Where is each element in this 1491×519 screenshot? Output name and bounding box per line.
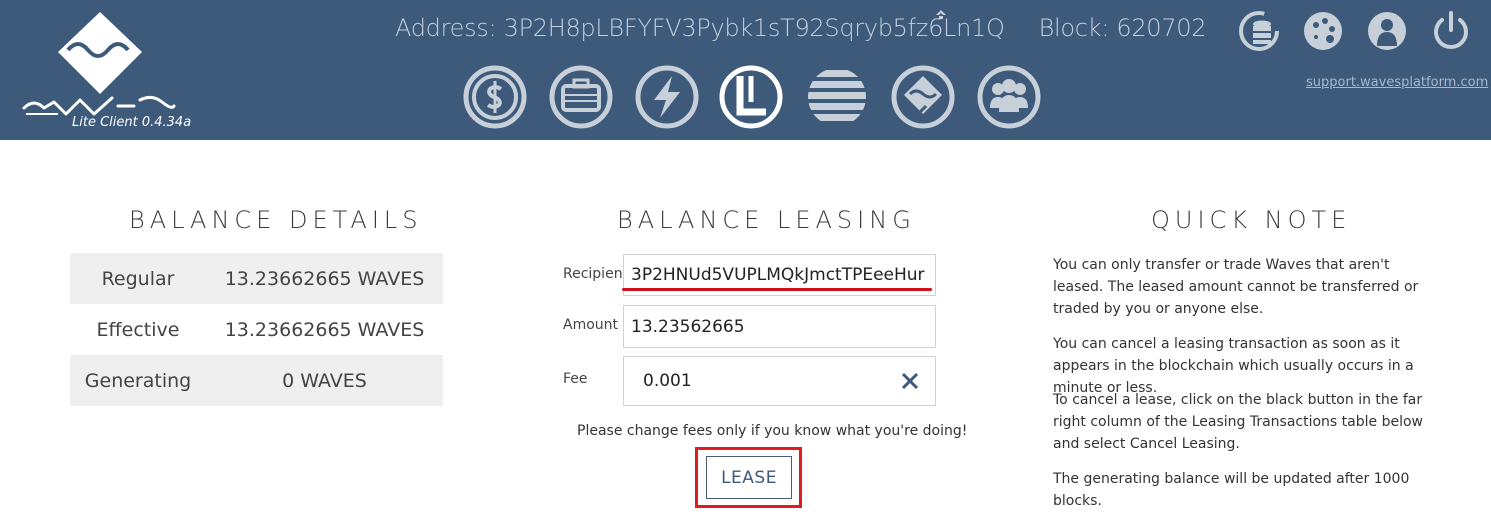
nav-leasing-icon[interactable] <box>718 64 784 130</box>
balance-label: Regular <box>101 267 175 290</box>
balance-value: 13.23662665 WAVES <box>224 267 425 290</box>
address-block-line: Address: 3P2H8pLBFYFV3Pybk1sT92Sqryb5fz6… <box>395 14 1206 42</box>
nav-dex-waves-icon[interactable] <box>890 64 956 130</box>
recipient-highlight-underline <box>622 288 932 291</box>
balance-leasing-title: BALANCE LEASING <box>617 206 916 234</box>
balance-row-regular: Regular 13.23662665 WAVES <box>70 253 443 304</box>
app-version-caption: Lite Client 0.4.34a <box>72 115 192 130</box>
balance-details-title: BALANCE DETAILS <box>129 206 423 234</box>
fee-label: Fee <box>563 371 588 387</box>
balance-details-table: Regular 13.23662665 WAVES Effective 13.2… <box>70 253 443 406</box>
balance-label: Effective <box>96 318 180 341</box>
lease-button[interactable]: LEASE <box>706 456 792 499</box>
nav-portfolio-briefcase-icon[interactable] <box>548 64 614 130</box>
amount-input[interactable]: 13.23562665 <box>623 305 936 348</box>
top-header: Lite Client 0.4.34a Address: 3P2H8pLBFYF… <box>0 0 1491 140</box>
nav-exchange-lightning-icon[interactable] <box>634 64 700 130</box>
waves-logo-icon[interactable] <box>22 10 182 132</box>
balance-value: 13.23662665 WAVES <box>224 318 425 341</box>
settings-palette-icon[interactable] <box>1302 10 1344 52</box>
nav-wallet-dollar-icon[interactable] <box>462 64 528 130</box>
quick-note-paragraph: The generating balance will be updated a… <box>1053 471 1410 509</box>
fee-warning-note: Please change fees only if you know what… <box>577 423 968 439</box>
nav-history-lines-icon[interactable] <box>804 64 870 130</box>
copy-address-icon[interactable] <box>935 10 947 24</box>
fee-value: 0.001 <box>643 371 692 391</box>
quick-note-paragraph: You can only transfer or trade Waves tha… <box>1053 257 1419 317</box>
quick-note-title: QUICK NOTE <box>1151 206 1352 234</box>
recipient-label: Recipient <box>563 266 629 282</box>
power-logout-icon[interactable] <box>1430 10 1472 52</box>
block-height-text: Block: 620702 <box>1038 14 1207 42</box>
amount-label: Amount <box>563 317 619 333</box>
clear-fee-icon[interactable] <box>901 372 919 390</box>
main-nav <box>460 64 1060 130</box>
balance-label: Generating <box>84 369 192 392</box>
account-user-icon[interactable] <box>1366 10 1408 52</box>
nav-community-people-icon[interactable] <box>976 64 1042 130</box>
support-link[interactable]: support.wavesplatform.com <box>1306 75 1488 90</box>
balance-value: 0 WAVES <box>282 369 367 392</box>
quick-note-paragraph: To cancel a lease, click on the black bu… <box>1053 392 1423 452</box>
address-text: Address: 3P2H8pLBFYFV3Pybk1sT92Sqryb5fz6… <box>395 14 1005 42</box>
backup-database-icon[interactable] <box>1238 10 1280 52</box>
balance-row-generating: Generating 0 WAVES <box>70 355 443 406</box>
balance-row-effective: Effective 13.23662665 WAVES <box>70 304 443 355</box>
fee-input[interactable]: 0.001 <box>623 356 936 406</box>
